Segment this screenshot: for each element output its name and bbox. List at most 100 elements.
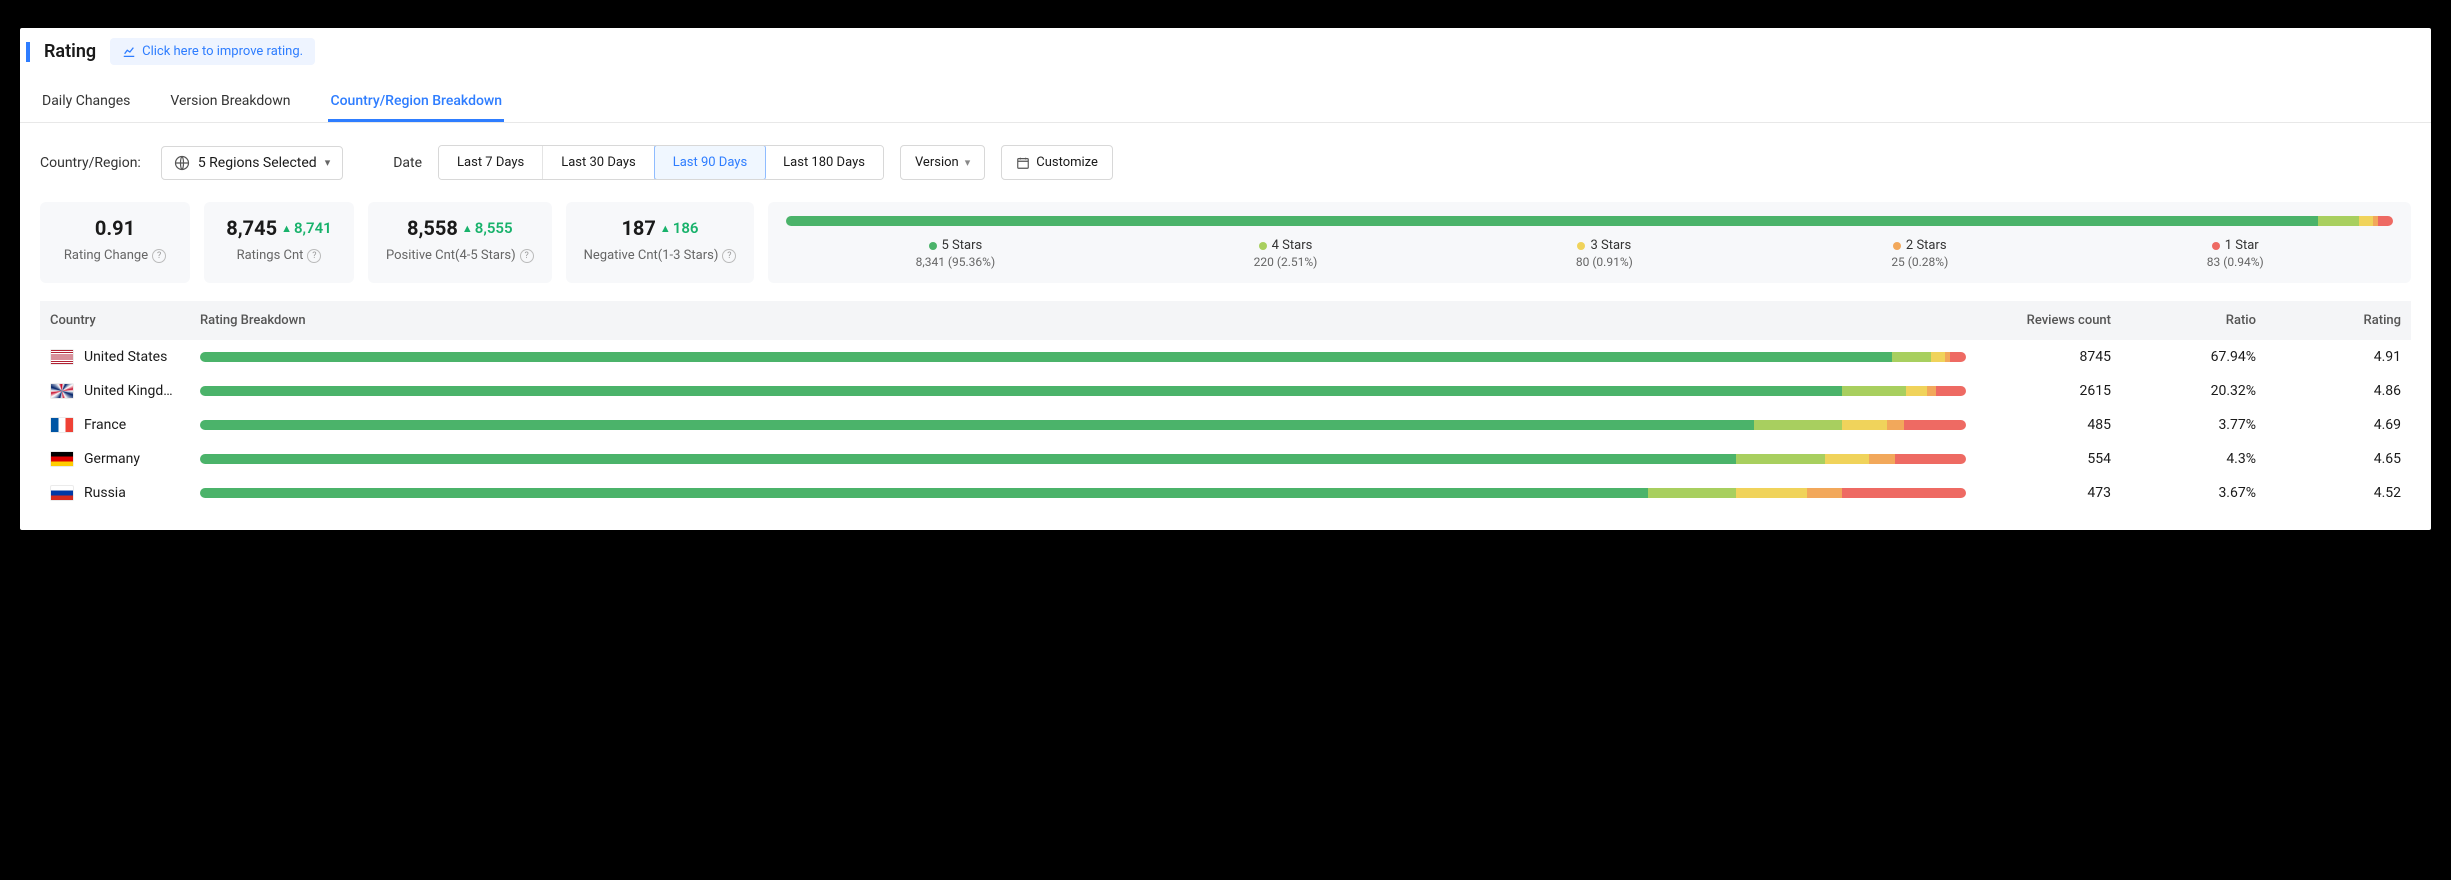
bar-segment: [1892, 352, 1931, 362]
row-rating-bar: [200, 420, 1966, 430]
bar-segment: [1936, 386, 1966, 396]
legend-dot: [1893, 242, 1901, 250]
ratio-value: 67.94%: [2121, 340, 2266, 374]
metric-delta: 8,555: [462, 219, 513, 237]
row-rating-bar: [200, 488, 1966, 498]
rating-value: 4.69: [2266, 408, 2411, 442]
region-select[interactable]: 5 Regions Selected ▾: [161, 146, 343, 180]
legend-dot: [929, 242, 937, 250]
legend-value: 83 (0.94%): [2207, 255, 2264, 269]
date-range-last-90-days[interactable]: Last 90 Days: [654, 145, 766, 180]
region-filter-label: Country/Region:: [40, 155, 141, 171]
bar-segment: [1842, 488, 1966, 498]
help-icon[interactable]: ?: [152, 249, 166, 263]
version-select[interactable]: Version ▾: [900, 145, 985, 180]
distribution-segment: [2378, 216, 2393, 226]
ratio-value: 3.67%: [2121, 476, 2266, 510]
date-filter-label: Date: [393, 155, 422, 171]
date-range-last-30-days[interactable]: Last 30 Days: [543, 146, 654, 179]
distribution-legend-item: 3 Stars 80 (0.91%): [1576, 238, 1633, 269]
legend-name: 5 Stars: [942, 238, 983, 253]
metric-label: Negative Cnt(1-3 Stars)?: [584, 248, 737, 263]
country-name: France: [84, 417, 126, 433]
chevron-down-icon: ▾: [965, 156, 971, 169]
metric-delta: 186: [660, 219, 699, 237]
metric-label: Positive Cnt(4-5 Stars)?: [386, 248, 534, 263]
reviews-count: 485: [1976, 408, 2121, 442]
help-icon[interactable]: ?: [520, 249, 534, 263]
distribution-segment: [786, 216, 2318, 226]
improve-rating-link[interactable]: Click here to improve rating.: [110, 38, 315, 65]
distribution-legend-item: 4 Stars 220 (2.51%): [1254, 238, 1318, 269]
distribution-segment: [2318, 216, 2358, 226]
bar-segment: [200, 420, 1754, 430]
metric-value: 8,7458,741: [222, 216, 336, 240]
bar-segment: [1927, 386, 1936, 396]
chart-line-icon: [122, 45, 136, 59]
calendar-icon: [1016, 156, 1030, 170]
region-select-value: 5 Regions Selected: [198, 155, 317, 171]
legend-value: 25 (0.28%): [1891, 255, 1948, 269]
bar-segment: [1904, 420, 1966, 430]
col-rating[interactable]: Rating: [2266, 301, 2411, 340]
table-row[interactable]: Russia 473 3.67% 4.52: [40, 476, 2411, 510]
country-cell: France: [50, 417, 180, 433]
accent-bar: [26, 42, 30, 62]
table-row[interactable]: United States 8745 67.94% 4.91: [40, 340, 2411, 374]
legend-name: 2 Stars: [1906, 238, 1947, 253]
metric-value: 8,5588,555: [386, 216, 534, 240]
date-range-last-180-days[interactable]: Last 180 Days: [765, 146, 883, 179]
customize-button[interactable]: Customize: [1001, 145, 1113, 180]
col-country[interactable]: Country: [40, 301, 190, 340]
distribution-legend-item: 2 Stars 25 (0.28%): [1891, 238, 1948, 269]
distribution-card: 5 Stars 8,341 (95.36%) 4 Stars 220 (2.51…: [768, 202, 2411, 283]
date-range-segment: Last 7 DaysLast 30 DaysLast 90 DaysLast …: [438, 145, 884, 180]
bar-segment: [1807, 488, 1842, 498]
bar-segment: [200, 488, 1648, 498]
distribution-legend: 5 Stars 8,341 (95.36%) 4 Stars 220 (2.51…: [786, 238, 2393, 269]
metric-card: 0.91 Rating Change?: [40, 202, 190, 283]
table-row[interactable]: France 485 3.77% 4.69: [40, 408, 2411, 442]
col-reviews[interactable]: Reviews count: [1976, 301, 2121, 340]
bar-segment: [1931, 352, 1945, 362]
tab-country-region-breakdown[interactable]: Country/Region Breakdown: [328, 83, 504, 122]
bar-segment: [1842, 420, 1886, 430]
table-row[interactable]: United Kingd… 2615 20.32% 4.86: [40, 374, 2411, 408]
customize-label: Customize: [1036, 155, 1098, 170]
rating-value: 4.91: [2266, 340, 2411, 374]
bar-segment: [1754, 420, 1842, 430]
row-rating-bar: [200, 454, 1966, 464]
country-cell: Germany: [50, 451, 180, 467]
legend-name: 3 Stars: [1590, 238, 1631, 253]
help-icon[interactable]: ?: [722, 249, 736, 263]
bar-segment: [200, 454, 1736, 464]
tab-version-breakdown[interactable]: Version Breakdown: [168, 83, 292, 122]
metric-label: Ratings Cnt?: [222, 248, 336, 263]
legend-name: 4 Stars: [1272, 238, 1313, 253]
col-ratio[interactable]: Ratio: [2121, 301, 2266, 340]
col-breakdown[interactable]: Rating Breakdown: [190, 301, 1976, 340]
rating-value: 4.86: [2266, 374, 2411, 408]
flag-icon: [50, 485, 74, 501]
country-name: Russia: [84, 485, 126, 501]
distribution-legend-item: 1 Star 83 (0.94%): [2207, 238, 2264, 269]
country-cell: United States: [50, 349, 180, 365]
country-cell: United Kingd…: [50, 383, 180, 399]
ratio-value: 3.77%: [2121, 408, 2266, 442]
country-cell: Russia: [50, 485, 180, 501]
flag-icon: [50, 349, 74, 365]
bar-segment: [1869, 454, 1895, 464]
bar-segment: [200, 352, 1892, 362]
row-rating-bar: [200, 386, 1966, 396]
reviews-count: 8745: [1976, 340, 2121, 374]
rating-value: 4.65: [2266, 442, 2411, 476]
date-range-last-7-days[interactable]: Last 7 Days: [439, 146, 543, 179]
metric-label: Rating Change?: [58, 248, 172, 263]
legend-value: 220 (2.51%): [1254, 255, 1318, 269]
tab-daily-changes[interactable]: Daily Changes: [40, 83, 132, 122]
distribution-segment: [2359, 216, 2374, 226]
table-row[interactable]: Germany 554 4.3% 4.65: [40, 442, 2411, 476]
help-icon[interactable]: ?: [307, 249, 321, 263]
bar-segment: [200, 386, 1842, 396]
reviews-count: 554: [1976, 442, 2121, 476]
